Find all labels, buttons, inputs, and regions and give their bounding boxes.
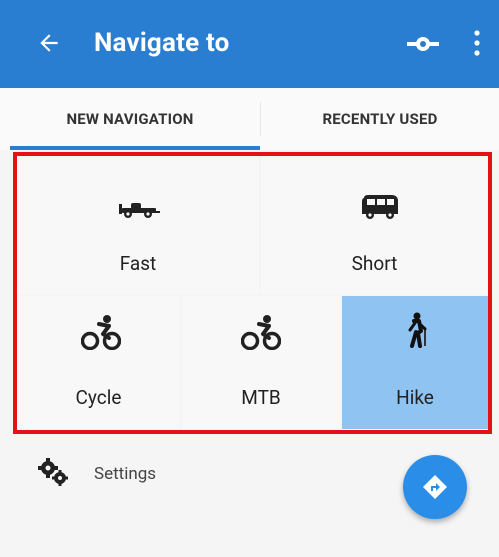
tab-bar: NEW NAVIGATION RECENTLY USED — [0, 88, 499, 150]
gears-icon — [38, 458, 68, 486]
more-vert-icon[interactable] — [474, 30, 480, 56]
app-bar: Navigate to — [0, 0, 499, 88]
start-navigation-button[interactable] — [403, 455, 467, 519]
settings-label: Settings — [94, 464, 157, 484]
tab-new-navigation[interactable]: NEW NAVIGATION — [0, 88, 260, 150]
navigate-icon — [423, 475, 447, 499]
route-icon[interactable] — [407, 34, 439, 54]
back-arrow-icon[interactable] — [36, 30, 62, 56]
active-tab-indicator — [10, 146, 260, 150]
highlight-outline — [13, 152, 492, 434]
tab-recently-used[interactable]: RECENTLY USED — [261, 88, 499, 150]
page-title: Navigate to — [94, 28, 230, 58]
